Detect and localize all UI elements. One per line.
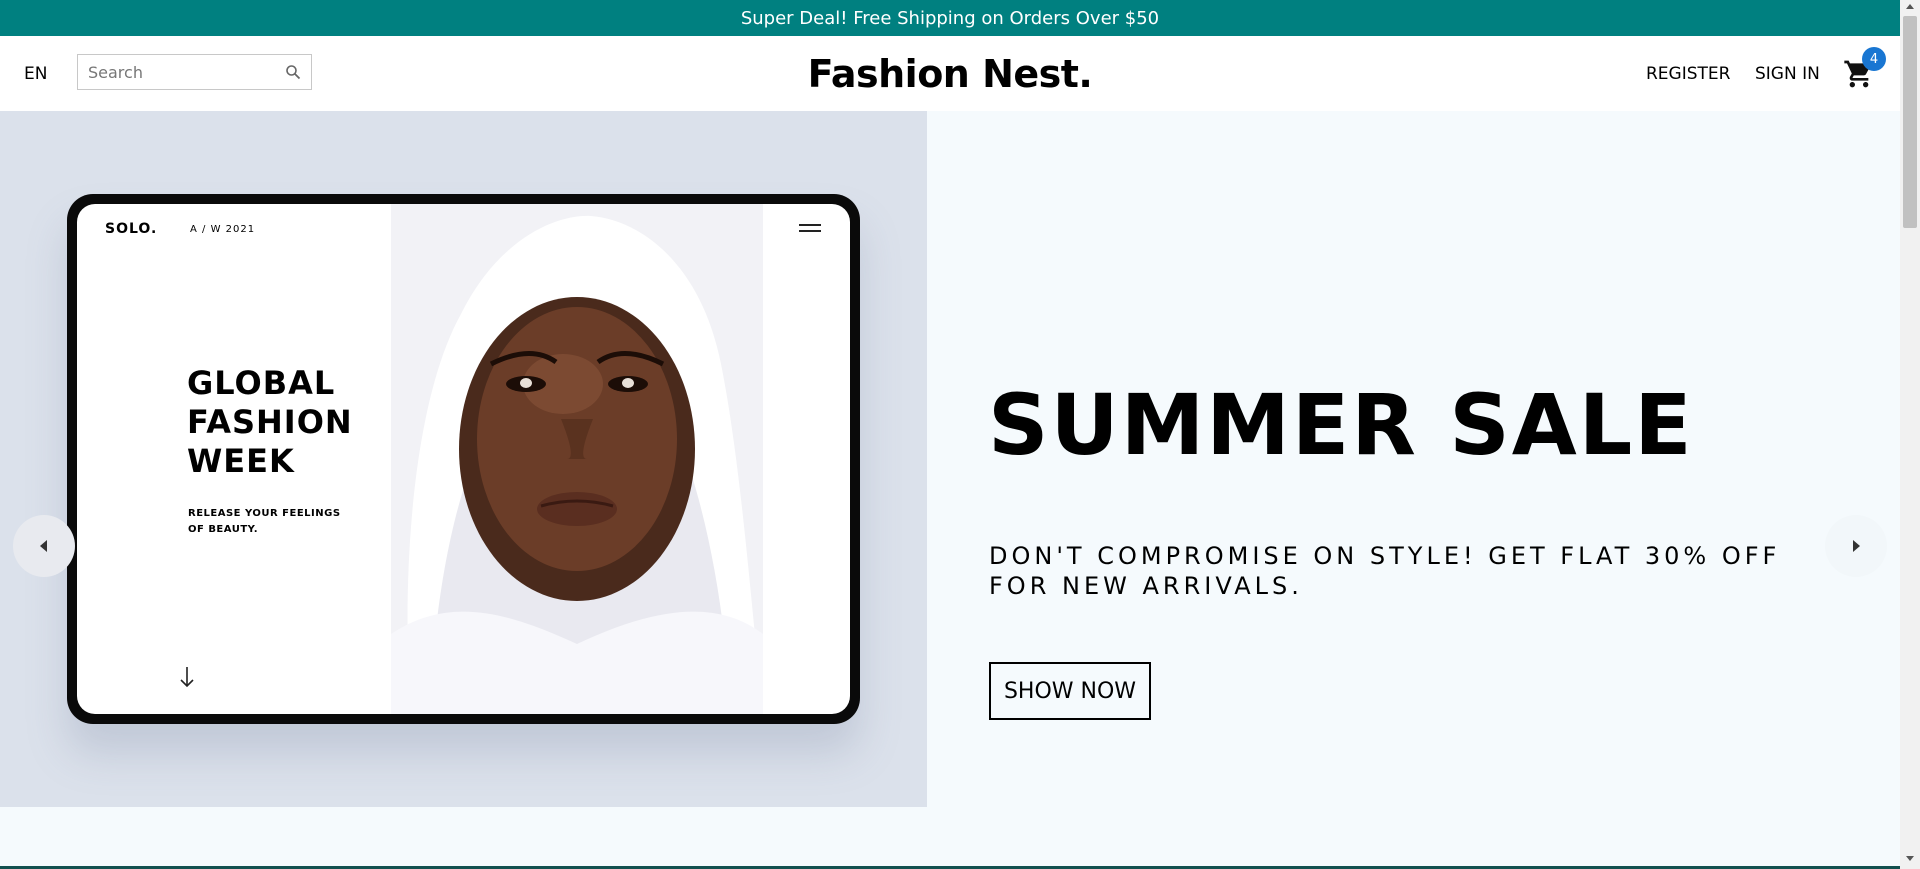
search-icon[interactable] <box>285 64 301 84</box>
announcement-text: Super Deal! Free Shipping on Orders Over… <box>740 7 1160 29</box>
scroll-down-icon[interactable] <box>1906 856 1914 861</box>
show-now-button[interactable]: SHOW NOW <box>989 662 1151 720</box>
scrollbar-thumb[interactable] <box>1903 16 1917 228</box>
scrollbar[interactable] <box>1900 0 1920 869</box>
arrow-down-icon <box>179 666 195 692</box>
announcement-bar: Super Deal! Free Shipping on Orders Over… <box>0 0 1900 36</box>
tablet-mockup: SOLO. A / W 2021 GLOBAL FASHION WEEK REL… <box>67 194 860 724</box>
register-link[interactable]: REGISTER <box>1646 64 1730 84</box>
navbar: EN Fashion Nest. REGISTER SIGN IN 4 <box>0 36 1900 111</box>
mockup-brand: SOLO. <box>105 221 158 237</box>
search-input[interactable] <box>88 62 268 82</box>
hero-subtitle: DON'T COMPROMISE ON STYLE! GET FLAT 30% … <box>989 542 1781 600</box>
search-box[interactable] <box>77 54 312 90</box>
arrow-right-icon[interactable] <box>1825 515 1887 577</box>
cart-count-badge: 4 <box>1862 47 1886 71</box>
mockup-tagline: RELEASE YOUR FEELINGS OF BEAUTY. <box>188 508 341 535</box>
hamburger-icon <box>799 224 821 236</box>
mockup-season: A / W 2021 <box>190 224 256 235</box>
arrow-left-icon[interactable] <box>13 515 75 577</box>
hero-title: SUMMER SALE <box>988 376 1694 474</box>
sign-in-link[interactable]: SIGN IN <box>1755 64 1820 84</box>
site-logo[interactable]: Fashion Nest. <box>808 52 1093 96</box>
tablet-screen: SOLO. A / W 2021 GLOBAL FASHION WEEK REL… <box>77 204 850 714</box>
language-selector[interactable]: EN <box>24 64 47 84</box>
hero-slider: SOLO. A / W 2021 GLOBAL FASHION WEEK REL… <box>0 111 1900 807</box>
mockup-headline: GLOBAL FASHION WEEK <box>187 364 353 480</box>
scroll-up-icon[interactable] <box>1906 4 1914 9</box>
hero-image-panel: SOLO. A / W 2021 GLOBAL FASHION WEEK REL… <box>0 111 927 807</box>
model-photo <box>391 204 763 714</box>
